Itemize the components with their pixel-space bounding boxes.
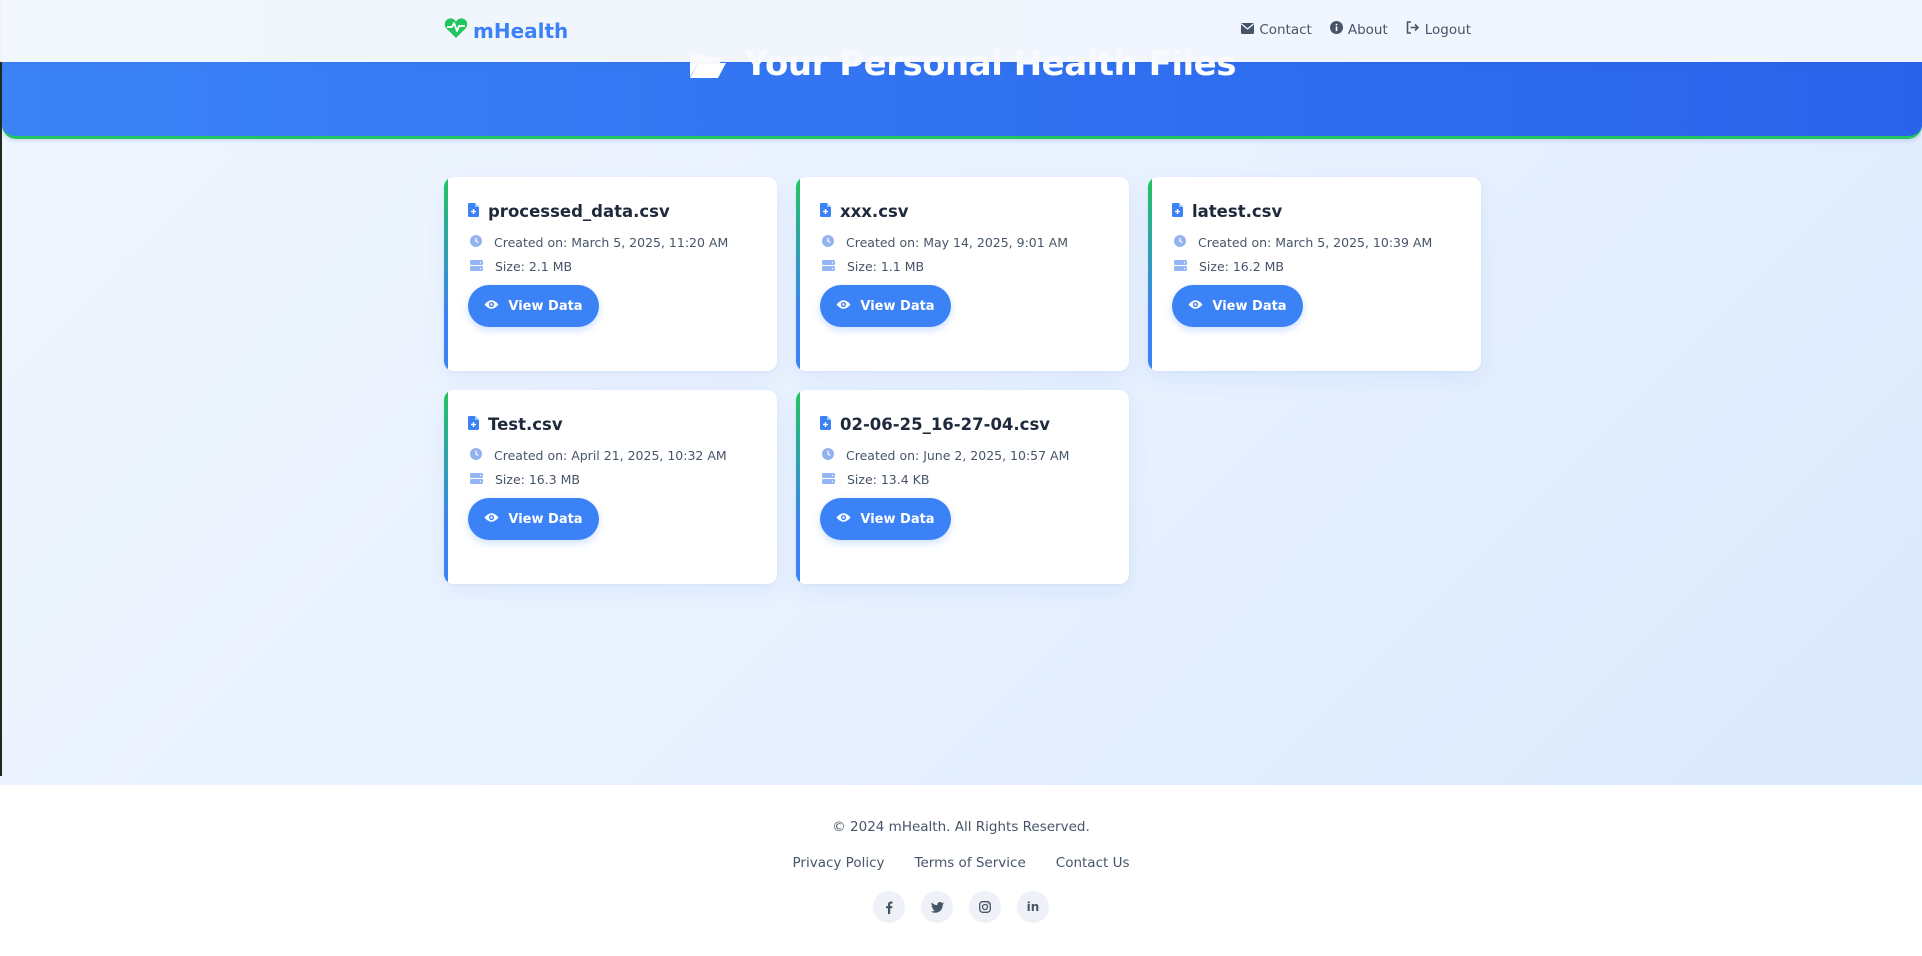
file-card: 02-06-25_16-27-04.csv Created on: June 2…: [796, 390, 1129, 584]
file-title: xxx.csv: [820, 202, 909, 221]
file-title: 02-06-25_16-27-04.csv: [820, 415, 1050, 434]
twitter-icon[interactable]: [921, 891, 953, 923]
clock-icon: [470, 235, 482, 250]
linkedin-glyph: in: [1026, 900, 1040, 914]
file-created-text: Created on: March 5, 2025, 10:39 AM: [1198, 235, 1433, 250]
file-title: latest.csv: [1172, 202, 1282, 221]
file-name: xxx.csv: [840, 202, 909, 221]
nav-contact-label: Contact: [1259, 21, 1312, 38]
file-size: Size: 16.2 MB: [1174, 259, 1284, 274]
eye-icon: [484, 512, 499, 527]
envelope-icon: [1241, 22, 1255, 38]
footer-link-privacy[interactable]: Privacy Policy: [793, 855, 885, 871]
file-created: Created on: March 5, 2025, 10:39 AM: [1174, 235, 1432, 250]
file-card: processed_data.csv Created on: March 5, …: [444, 177, 777, 371]
file-size: Size: 1.1 MB: [822, 259, 924, 274]
eye-icon: [1188, 299, 1203, 314]
facebook-icon[interactable]: [873, 891, 905, 923]
footer-link-contact[interactable]: Contact Us: [1056, 855, 1130, 871]
sign-out-icon: [1406, 21, 1420, 38]
nav-about-label: About: [1347, 21, 1388, 38]
file-name: 02-06-25_16-27-04.csv: [840, 415, 1051, 434]
file-size: Size: 2.1 MB: [470, 259, 572, 274]
file-card: xxx.csv Created on: May 14, 2025, 9:01 A…: [796, 177, 1129, 371]
copyright-text: © 2024 mHealth. All Rights Reserved.: [832, 819, 1090, 835]
database-icon: [822, 472, 835, 487]
nav-about[interactable]: About: [1329, 21, 1388, 38]
file-name: processed_data.csv: [488, 202, 670, 221]
clock-icon: [822, 448, 834, 463]
view-data-button[interactable]: View Data: [1172, 285, 1303, 327]
view-data-label: View Data: [508, 511, 583, 527]
file-name: latest.csv: [1192, 202, 1283, 221]
file-size-text: Size: 16.3 MB: [495, 472, 581, 487]
file-csv-icon: [1172, 202, 1183, 221]
eye-icon: [484, 299, 499, 314]
heart-pulse-icon: [444, 17, 468, 44]
file-created: Created on: March 5, 2025, 11:20 AM: [470, 235, 728, 250]
database-icon: [822, 259, 835, 274]
view-data-label: View Data: [860, 298, 935, 314]
file-size: Size: 13.4 KB: [822, 472, 929, 487]
file-name: Test.csv: [488, 415, 563, 434]
file-created-text: Created on: May 14, 2025, 9:01 AM: [846, 235, 1069, 250]
database-icon: [1174, 259, 1187, 274]
view-data-label: View Data: [508, 298, 583, 314]
file-card: Test.csv Created on: April 21, 2025, 10:…: [444, 390, 777, 584]
clock-icon: [1174, 235, 1186, 250]
view-data-button[interactable]: View Data: [820, 498, 951, 540]
view-data-label: View Data: [1212, 298, 1287, 314]
footer-link-terms[interactable]: Terms of Service: [915, 855, 1026, 871]
eye-icon: [836, 299, 851, 314]
linkedin-icon[interactable]: in: [1017, 891, 1049, 923]
eye-icon: [836, 512, 851, 527]
file-created: Created on: April 21, 2025, 10:32 AM: [470, 448, 727, 463]
file-size-text: Size: 2.1 MB: [495, 259, 573, 274]
file-created-text: Created on: April 21, 2025, 10:32 AM: [494, 448, 727, 463]
file-size-text: Size: 1.1 MB: [847, 259, 925, 274]
file-title: Test.csv: [468, 415, 563, 434]
footer-links: Privacy Policy Terms of Service Contact …: [0, 855, 1922, 871]
database-icon: [470, 259, 483, 274]
brand-logo[interactable]: mHealth: [444, 17, 568, 44]
info-circle-icon: [1329, 21, 1343, 38]
file-created: Created on: June 2, 2025, 10:57 AM: [822, 448, 1069, 463]
social-links: in: [0, 891, 1922, 923]
view-data-label: View Data: [860, 511, 935, 527]
file-csv-icon: [468, 415, 479, 434]
file-csv-icon: [820, 415, 831, 434]
nav-contact[interactable]: Contact: [1241, 21, 1312, 38]
file-size-text: Size: 16.2 MB: [1199, 259, 1285, 274]
file-csv-icon: [820, 202, 831, 221]
view-data-button[interactable]: View Data: [820, 285, 951, 327]
navbar: mHealth Contact About Logout: [0, 0, 1922, 62]
file-created: Created on: May 14, 2025, 9:01 AM: [822, 235, 1068, 250]
clock-icon: [470, 448, 482, 463]
file-size-text: Size: 13.4 KB: [847, 472, 930, 487]
file-created-text: Created on: March 5, 2025, 11:20 AM: [494, 235, 729, 250]
database-icon: [470, 472, 483, 487]
footer: © 2024 mHealth. All Rights Reserved. Pri…: [0, 785, 1922, 956]
view-data-button[interactable]: View Data: [468, 498, 599, 540]
file-size: Size: 16.3 MB: [470, 472, 580, 487]
file-title: processed_data.csv: [468, 202, 670, 221]
view-data-button[interactable]: View Data: [468, 285, 599, 327]
file-csv-icon: [468, 202, 479, 221]
file-created-text: Created on: June 2, 2025, 10:57 AM: [846, 448, 1070, 463]
nav-links: Contact About Logout: [1241, 21, 1471, 38]
nav-logout[interactable]: Logout: [1406, 21, 1471, 38]
clock-icon: [822, 235, 834, 250]
nav-logout-label: Logout: [1424, 21, 1471, 38]
instagram-icon[interactable]: [969, 891, 1001, 923]
brand-name: mHealth: [473, 18, 569, 43]
file-card: latest.csv Created on: March 5, 2025, 10…: [1148, 177, 1481, 371]
